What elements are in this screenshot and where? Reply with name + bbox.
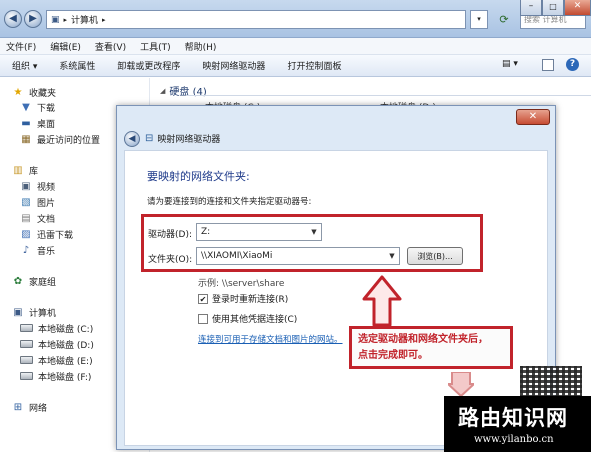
forward-button[interactable]: ▶ [24,10,42,28]
dialog-close-button[interactable]: ✕ [516,109,550,125]
folder-label: 文件夹(O): [148,255,193,265]
dropdown-arrow-icon: ▼ [389,252,395,260]
explorer-titlebar: ◀ ▶ ▣ ▸ 计算机 ▸ ▾ ⟳ 搜索 计算机 – □ ✕ [0,0,591,38]
menu-view[interactable]: 查看(V) [95,40,126,53]
system-properties-button[interactable]: 系统属性 [59,59,95,72]
qr-code-image [520,366,582,398]
sidebar-homegroup[interactable]: ✿ 家庭组 [12,274,56,288]
sidebar-network[interactable]: ⊞ 网络 [12,400,47,414]
menu-tools[interactable]: 工具(T) [140,40,171,53]
view-options-icon[interactable]: ▤ ▾ [502,59,518,69]
homegroup-icon: ✿ [13,275,23,287]
maximize-button[interactable]: □ [542,0,564,16]
sidebar-computer[interactable]: ▣ 计算机 [12,305,56,319]
desktop-icon: ▬ [21,117,31,129]
video-library-icon: ▣ [21,180,31,192]
sidebar-item-drive-e[interactable]: 本地磁盘 (E:) [20,353,93,367]
sidebar-item-videos[interactable]: ▣ 视频 [20,179,55,193]
chevron-right-icon: ▸ [63,15,68,24]
browse-button[interactable]: 浏览(B)... [407,247,463,265]
menu-edit[interactable]: 编辑(E) [50,40,81,53]
organize-button[interactable]: 组织 ▾ [12,59,37,72]
recent-places-icon: ▦ [21,133,31,145]
computer-icon: ▣ [13,306,23,318]
hard-drive-icon [20,324,33,332]
watermark-banner: 路由知识网 www.yilanbo.cn [444,396,591,452]
other-credentials-checkbox[interactable] [198,313,208,324]
sidebar-favorites[interactable]: ★ 收藏夹 [12,85,57,99]
dialog-heading: 要映射的网络文件夹: [147,170,250,183]
reconnect-checkbox[interactable]: ✔ [198,293,208,304]
download-folder-icon: ▼ [22,101,30,113]
hard-drive-icon [20,356,33,364]
library-icon: ▥ [13,164,23,176]
down-arrow-annotation-icon [448,372,474,396]
menu-bar: 文件(F) 编辑(E) 查看(V) 工具(T) 帮助(H) [0,38,591,55]
watermark-title: 路由知识网 [458,406,568,430]
folder-path-combobox[interactable]: \\XIAOMI\XiaoMi ▼ [196,247,400,265]
sidebar-item-pictures[interactable]: ▧ 图片 [20,195,55,209]
hard-drive-icon [20,340,33,348]
document-library-icon: ▤ [21,212,31,224]
sidebar-item-documents[interactable]: ▤ 文档 [20,211,55,225]
address-bar[interactable]: ▣ ▸ 计算机 ▸ [46,10,466,29]
menu-file[interactable]: 文件(F) [6,40,36,53]
dialog-title: ⊟ 映射网络驱动器 [145,133,221,145]
up-arrow-annotation-icon [362,275,402,327]
watermark-url: www.yilanbo.cn [474,434,554,445]
reconnect-option[interactable]: ✔ 登录时重新连接(R) [198,292,288,305]
open-control-panel-button[interactable]: 打开控制面板 [287,59,341,72]
uninstall-programs-button[interactable]: 卸载或更改程序 [117,59,180,72]
collapse-triangle-icon: ◢ [160,86,166,95]
computer-icon: ▣ [51,14,60,25]
sidebar-item-recent[interactable]: ▦ 最近访问的位置 [20,132,100,146]
sidebar-item-desktop[interactable]: ▬ 桌面 [20,116,55,130]
other-credentials-option[interactable]: 使用其他凭据连接(C) [198,312,297,325]
chevron-right-icon: ▸ [102,15,106,24]
map-network-drive-button[interactable]: 映射网络驱动器 [202,59,265,72]
dialog-back-button[interactable]: ◀ [124,131,140,147]
help-icon[interactable]: ? [566,58,579,71]
dropdown-arrow-icon: ▼ [311,228,317,236]
minimize-button[interactable]: – [520,0,542,16]
refresh-icon[interactable]: ⟳ [494,10,514,29]
sidebar-item-drive-f[interactable]: 本地磁盘 (F:) [20,369,91,383]
address-dropdown-button[interactable]: ▾ [470,10,488,29]
sidebar-libraries[interactable]: ▥ 库 [12,163,38,177]
sidebar-item-music[interactable]: ♪ 音乐 [20,243,55,257]
sidebar-item-downloads[interactable]: ▼ 下载 [20,100,55,114]
preview-pane-icon[interactable] [542,59,554,71]
hard-drive-icon [20,372,33,380]
sidebar-item-drive-c[interactable]: 本地磁盘 (C:) [20,321,93,335]
connect-website-link[interactable]: 连接到可用于存储文档和图片的网站。 [198,333,343,345]
back-button[interactable]: ◀ [4,10,22,28]
network-drive-icon: ⊟ [145,133,154,144]
window-close-button[interactable]: ✕ [564,0,591,16]
sidebar-item-drive-d[interactable]: 本地磁盘 (D:) [20,337,94,351]
group-divider [186,95,591,96]
picture-library-icon: ▧ [21,196,31,208]
annotation-callout: 选定驱动器和网络文件夹后， 点击完成即可。 [349,326,513,369]
dialog-instruction: 请为要连接到的连接和文件夹指定驱动器号: [147,197,312,207]
network-icon: ⊞ [13,401,23,413]
menu-help[interactable]: 帮助(H) [185,40,217,53]
address-root: 计算机 [71,16,99,26]
drive-letter-select[interactable]: Z: ▼ [196,223,322,241]
star-icon: ★ [13,86,23,98]
music-note-icon: ♪ [22,244,30,256]
thunder-folder-icon: ▨ [21,228,31,240]
sidebar-item-thunder-downloads[interactable]: ▨ 迅雷下载 [20,227,73,241]
drive-letter-label: 驱动器(D): [148,230,192,240]
example-text: 示例: \\server\share [198,279,285,289]
